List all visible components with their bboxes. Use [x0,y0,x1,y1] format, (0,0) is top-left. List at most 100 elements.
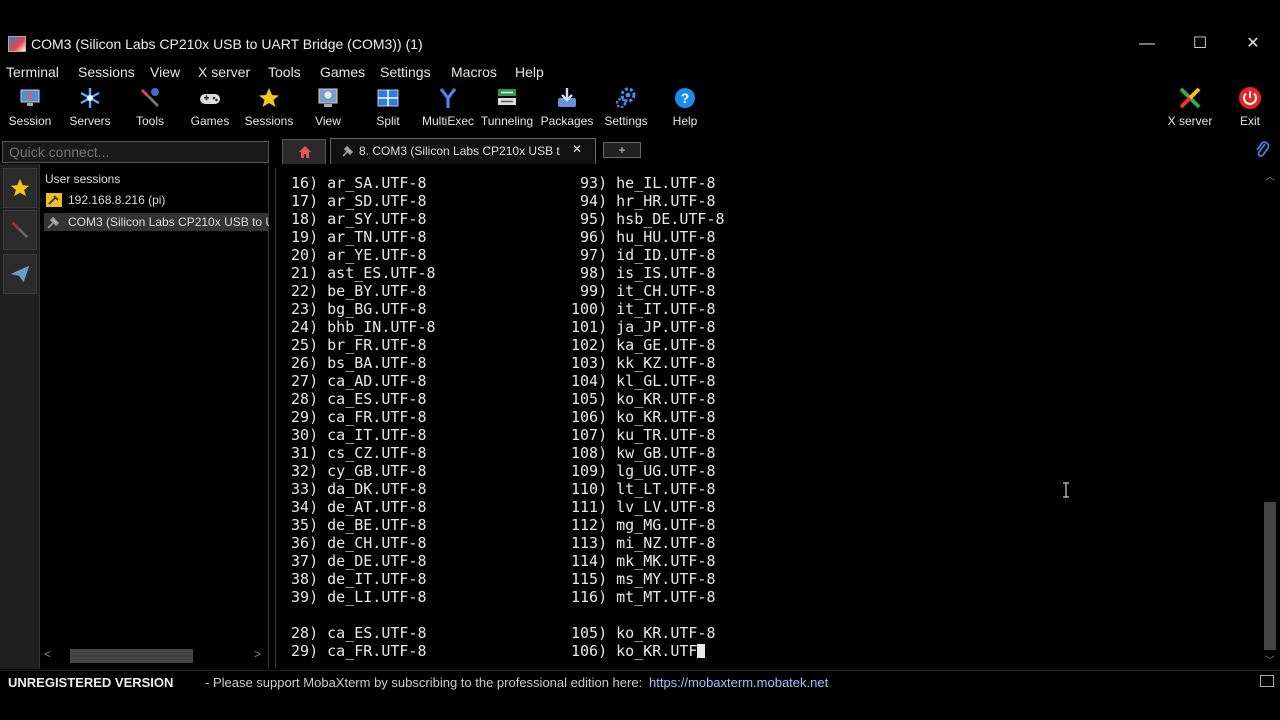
session-item-pi[interactable]: 192.168.8.216 (pi) [44,191,269,209]
view-button[interactable]: View [296,86,360,134]
monitor-icon[interactable] [1260,675,1274,687]
power-icon [1239,87,1261,109]
terminal-vscrollbar[interactable]: ︿ ﹀ [1262,166,1278,668]
attachment-icon[interactable] [1254,140,1270,158]
send-icon [10,265,30,283]
help-button[interactable]: ? Help [653,86,717,134]
servers-button[interactable]: Servers [58,86,122,134]
sessions-button[interactable]: Sessions [237,86,301,134]
scroll-up-arrow[interactable]: ︿ [1265,168,1275,183]
terminal-line: 38) de_IT.UTF-8 115) ms_MY.UTF-8 [282,570,716,588]
user-sessions-header[interactable]: User sessions [45,172,120,186]
split-label: Split [376,114,400,128]
svg-text:?: ? [681,90,690,106]
session-item-com3[interactable]: COM3 (Silicon Labs CP210x USB to UA [44,213,269,231]
terminal-line: 25) br_FR.UTF-8 102) ka_GE.UTF-8 [282,336,716,354]
servers-icon [80,88,100,108]
split-icon [377,89,399,107]
sidebar-rail [0,164,40,669]
tools-button[interactable]: Tools [118,86,182,134]
settings-label: Settings [604,114,648,128]
menu-view[interactable]: View [150,64,180,80]
home-tab[interactable] [282,139,326,164]
status-bar: UNREGISTERED VERSION - Please support Mo… [0,670,1280,694]
split-button[interactable]: Split [356,86,420,134]
menu-macros[interactable]: Macros [451,64,497,80]
session-button[interactable]: Session [0,86,62,134]
gamepad-icon [200,94,220,104]
rail-send-button[interactable] [3,254,37,294]
tunneling-button[interactable]: Tunneling [475,86,539,134]
scroll-down-arrow[interactable]: ﹀ [1265,652,1275,667]
terminal-line: 22) be_BY.UTF-8 99) it_CH.UTF-8 [282,282,716,300]
games-button[interactable]: Games [178,86,242,134]
quick-connect-input[interactable] [2,141,269,163]
multiexec-icon [439,88,457,108]
tab-close-button[interactable]: ✕ [572,142,582,156]
terminal-output[interactable]: 16) ar_SA.UTF-8 93) he_IL.UTF-8 17) ar_S… [275,168,1260,668]
terminal-line: 29) ca_FR.UTF-8 106) ko_KR.UTF [282,642,706,660]
maximize-button[interactable]: ☐ [1177,28,1223,60]
gear-icon [615,87,636,109]
help-label: Help [672,114,698,128]
support-message: - Please support MobaXterm by subscribin… [205,675,643,690]
tunneling-icon [498,89,516,105]
menu-sessions[interactable]: Sessions [78,64,135,80]
packages-label: Packages [540,114,594,128]
monitor-icon [20,89,40,106]
new-tab-button[interactable]: + [603,142,641,158]
terminal-line: 33) da_DK.UTF-8 110) lt_LT.UTF-8 [282,480,716,498]
serial-plug-icon [47,216,60,229]
terminal-line: 28) ca_ES.UTF-8 105) ko_KR.UTF-8 [282,390,716,408]
exit-label: Exit [1239,114,1260,128]
terminal-line: 16) ar_SA.UTF-8 93) he_IL.UTF-8 [282,174,716,192]
packages-button[interactable]: Packages [535,86,599,134]
terminal-line: 31) cs_CZ.UTF-8 108) kw_GB.UTF-8 [282,444,716,462]
rail-sessions-button[interactable] [3,168,37,208]
vscroll-thumb[interactable] [1264,502,1276,650]
view-label: View [315,114,341,128]
menu-bar: Terminal Sessions View X server Tools Ga… [0,62,1280,84]
terminal-line: 29) ca_FR.UTF-8 106) ko_KR.UTF-8 [282,408,716,426]
menu-games[interactable]: Games [320,64,365,80]
minimize-button[interactable]: — [1124,28,1170,60]
sessions-panel: User sessions 192.168.8.216 (pi) COM3 (S… [40,164,269,669]
tab-com3[interactable]: 8. COM3 (Silicon Labs CP210x USB t [330,138,596,164]
games-label: Games [190,114,230,128]
menu-tools[interactable]: Tools [268,64,301,80]
menu-terminal[interactable]: Terminal [6,64,59,80]
tab-com3-label: 8. COM3 (Silicon Labs CP210x USB t [359,144,560,158]
edition-label: UNREGISTERED VERSION [8,675,174,690]
terminal-line: 28) ca_ES.UTF-8 105) ko_KR.UTF-8 [282,624,716,642]
session-item-label: 192.168.8.216 (pi) [68,193,166,207]
toolbar: Session Servers Tools Games Sessions Vie… [0,84,1280,136]
star-icon [259,88,279,107]
hscroll-thumb[interactable] [70,649,193,663]
terminal-line: 19) ar_TN.UTF-8 96) hu_HU.UTF-8 [282,228,716,246]
scroll-left-arrow[interactable]: < [44,647,51,661]
mobatek-link[interactable]: https://mobaxterm.mobatek.net [649,675,828,690]
close-window-button[interactable]: ✕ [1230,28,1276,60]
view-icon [318,88,338,107]
sessions-hscrollbar[interactable]: < > [40,647,269,663]
terminal-line: 34) de_AT.UTF-8 111) lv_LV.UTF-8 [282,498,716,516]
terminal-line: 32) cy_GB.UTF-8 109) lg_UG.UTF-8 [282,462,716,480]
title-bar: COM3 (Silicon Labs CP210x USB to UART Br… [0,0,1280,62]
x-server-label: X server [1167,114,1213,128]
scroll-right-arrow[interactable]: > [254,647,261,661]
terminal-line: 23) bg_BG.UTF-8 100) it_IT.UTF-8 [282,300,716,318]
settings-button[interactable]: Settings [594,86,658,134]
terminal-line: 26) bs_BA.UTF-8 103) kk_KZ.UTF-8 [282,354,716,372]
rail-tools-button[interactable] [3,210,37,250]
menu-x-server[interactable]: X server [198,64,250,80]
session-label: Session [8,114,52,128]
text-cursor-icon [1063,482,1069,498]
menu-settings[interactable]: Settings [380,64,431,80]
tools-label: Tools [135,114,164,128]
multiexec-button[interactable]: MultiExec [416,86,480,134]
exit-button[interactable]: Exit [1218,86,1280,134]
x-server-button[interactable]: X server [1158,86,1222,134]
menu-help[interactable]: Help [515,64,544,80]
terminal-line: 24) bhb_IN.UTF-8 101) ja_JP.UTF-8 [282,318,716,336]
serial-plug-icon [342,145,354,157]
